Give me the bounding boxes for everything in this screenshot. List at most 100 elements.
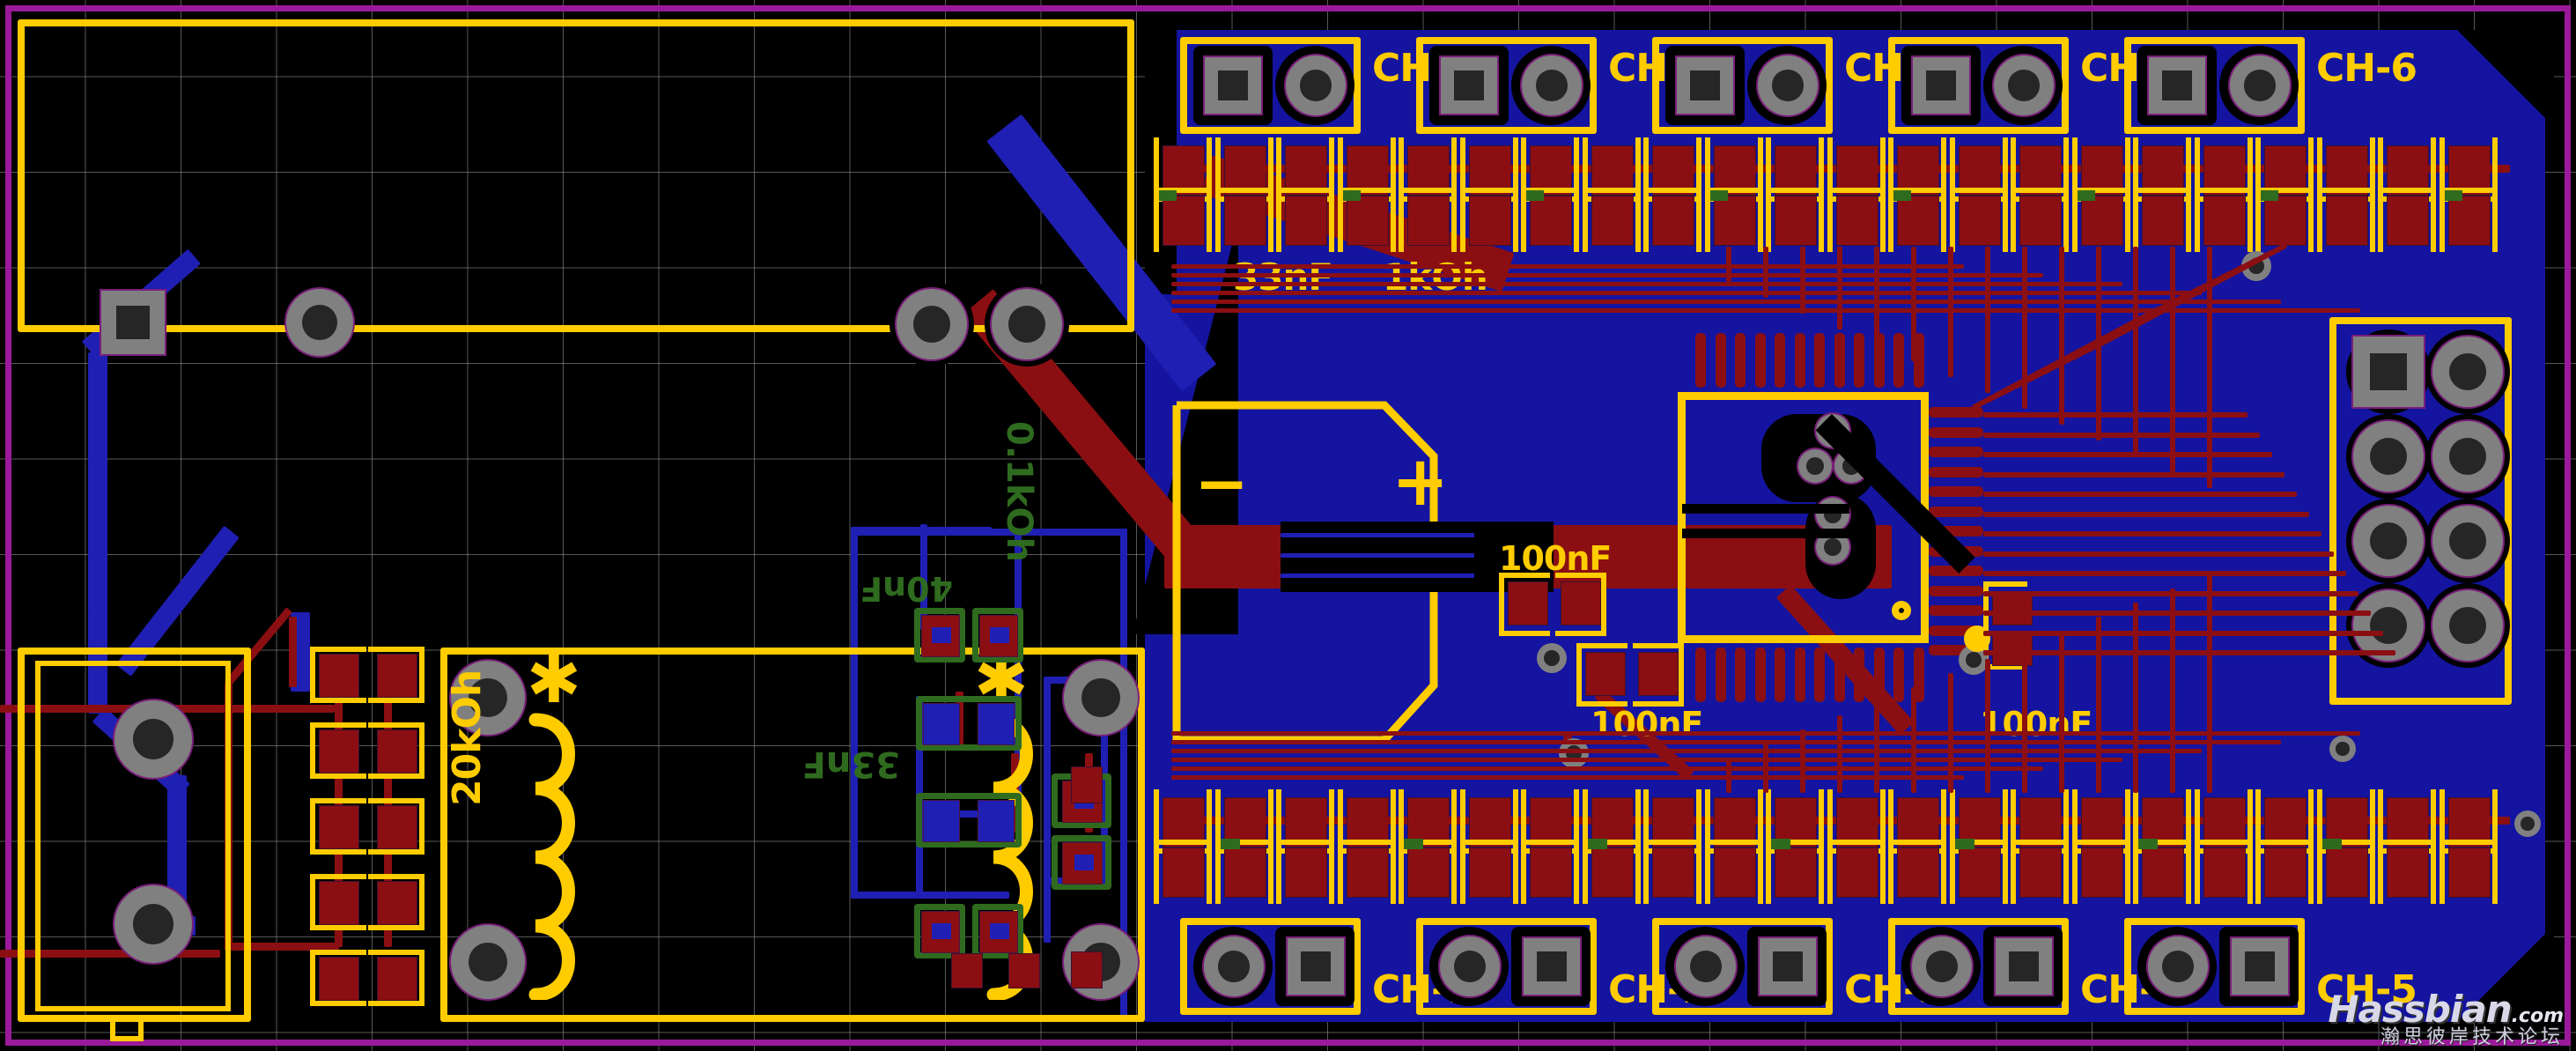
pad-ch3-2[interactable]: [1760, 938, 1816, 995]
smd-pad-small[interactable]: [1071, 951, 1103, 988]
trace-fanout: [1983, 571, 2346, 576]
ic-pin[interactable]: [1775, 648, 1785, 702]
pad-header-square[interactable]: [2353, 337, 2424, 407]
silk-bracket: [1276, 188, 1334, 252]
green-marker: [2444, 190, 2462, 201]
pad-ch2-1[interactable]: [1440, 936, 1500, 996]
pad-ch5-1[interactable]: [2148, 936, 2208, 996]
pad-tl-square[interactable]: [101, 291, 165, 354]
ic-pin[interactable]: [1754, 333, 1766, 388]
pad-header[interactable]: [2353, 506, 2424, 576]
watermark-subtitle: 瀚思彼岸技术论坛: [2380, 1026, 2564, 1048]
pad-ch9-1[interactable]: [1441, 57, 1497, 114]
pad-center-via-a[interactable]: [897, 289, 967, 359]
green-marker: [2321, 839, 2342, 849]
smd-pad[interactable]: [1638, 652, 1679, 696]
ic-pin[interactable]: [1929, 605, 1983, 616]
pad-header[interactable]: [2353, 421, 2424, 492]
pad-header[interactable]: [2432, 421, 2503, 492]
pad-ch2-2[interactable]: [1524, 938, 1580, 995]
ic-pin[interactable]: [1854, 333, 1864, 388]
label-cap-100nf-c: 100nF: [1980, 705, 2093, 744]
inductor-coil-left: [528, 713, 575, 1000]
pad-ch7-2[interactable]: [1994, 56, 2054, 115]
pad-ch5-2[interactable]: [2232, 938, 2288, 995]
pad-ch9-2[interactable]: [1522, 56, 1582, 115]
trace-fanout: [1983, 531, 2321, 537]
green-smd-pad[interactable]: [978, 800, 1015, 842]
ic-pin[interactable]: [1929, 426, 1983, 438]
pad-ch10-1[interactable]: [1205, 57, 1261, 114]
silk-bracket: [1399, 188, 1457, 252]
ic-bus-black-b: [1682, 529, 1849, 538]
pad-ch8-1[interactable]: [1677, 57, 1733, 114]
ic-pin[interactable]: [1715, 333, 1726, 388]
ic-pin[interactable]: [1929, 506, 1983, 517]
ic-pin[interactable]: [1873, 648, 1885, 702]
green-smd-pad[interactable]: [923, 800, 960, 842]
silk-bracket: [1827, 188, 1886, 252]
pad-core-blue: [932, 627, 951, 643]
ic-pin[interactable]: [1695, 648, 1706, 702]
smd-pad[interactable]: [1508, 581, 1548, 625]
pad-bl-round-bottom[interactable]: [114, 885, 192, 963]
green-marker: [1220, 839, 1240, 849]
smd-pad-small[interactable]: [1008, 953, 1040, 988]
silk-bracket: [2316, 188, 2375, 252]
pad-ic-via-left[interactable]: [1798, 449, 1832, 483]
pad-ch6-2[interactable]: [2230, 56, 2290, 115]
ic-pin[interactable]: [1775, 333, 1785, 388]
pad-ch7-1[interactable]: [1913, 57, 1969, 114]
ic-pin[interactable]: [1735, 648, 1746, 702]
ic-pin[interactable]: [1834, 648, 1845, 702]
ic-pin[interactable]: [1814, 648, 1825, 702]
smd-pad[interactable]: [1992, 592, 2033, 625]
pad-coil-left-bottom[interactable]: [451, 925, 525, 999]
trace-fanout: [1983, 650, 2395, 655]
ic-pin[interactable]: [1754, 648, 1766, 702]
pad-ch1-2[interactable]: [1288, 938, 1344, 995]
ic-pin[interactable]: [1794, 333, 1805, 388]
ic-pin[interactable]: [1929, 486, 1983, 497]
pad-ch3-1[interactable]: [1676, 936, 1736, 996]
ic-pin[interactable]: [1735, 333, 1746, 388]
pad-ch6-1[interactable]: [2149, 57, 2205, 114]
pad-center-via-b[interactable]: [992, 289, 1062, 359]
ic-pin[interactable]: [1814, 333, 1825, 388]
smd-pad-small[interactable]: [951, 953, 983, 988]
silk-bracket: [2255, 840, 2314, 904]
ic-pin[interactable]: [1893, 333, 1904, 388]
pad-ch4-1[interactable]: [1912, 936, 1972, 996]
smd-pad[interactable]: [1585, 652, 1626, 696]
pad-gnd-via-5[interactable]: [2329, 736, 2356, 762]
pad-ch4-2[interactable]: [1996, 938, 2052, 995]
smd-pad-small[interactable]: [1071, 766, 1103, 803]
silk-bracket: [2071, 840, 2130, 904]
ic-pin[interactable]: [1834, 333, 1845, 388]
pad-ch10-2[interactable]: [1286, 56, 1346, 115]
green-marker: [1404, 839, 1423, 849]
ic-pin[interactable]: [1929, 585, 1983, 596]
pad-tl-round[interactable]: [286, 289, 353, 356]
pad-header[interactable]: [2432, 506, 2503, 576]
pad-gnd-via-6[interactable]: [2514, 810, 2541, 837]
ic-pin[interactable]: [1695, 333, 1706, 388]
ic-pin[interactable]: [1854, 648, 1864, 702]
ic-pin[interactable]: [1893, 648, 1904, 702]
pad-gnd-via-1[interactable]: [1537, 643, 1567, 673]
pad-ch1-1[interactable]: [1204, 936, 1264, 996]
pad-header[interactable]: [2432, 590, 2503, 661]
pad-bl-round-top[interactable]: [114, 700, 192, 778]
label-cap-100nf-a: 100nF: [1499, 539, 1612, 578]
pad-coil-right-top[interactable]: [1064, 661, 1138, 735]
pad-header[interactable]: [2432, 337, 2503, 407]
ic-pin[interactable]: [1794, 648, 1805, 702]
ic-pin[interactable]: [1929, 447, 1983, 457]
pad-ch8-2[interactable]: [1758, 56, 1818, 115]
ic-pin[interactable]: [1715, 648, 1726, 702]
pad-ic-via-mid[interactable]: [1816, 498, 1849, 531]
green-smd-pad[interactable]: [978, 703, 1015, 745]
smd-pad[interactable]: [1561, 581, 1601, 625]
green-smd-pad[interactable]: [923, 703, 960, 745]
ic-pin[interactable]: [1929, 466, 1983, 477]
